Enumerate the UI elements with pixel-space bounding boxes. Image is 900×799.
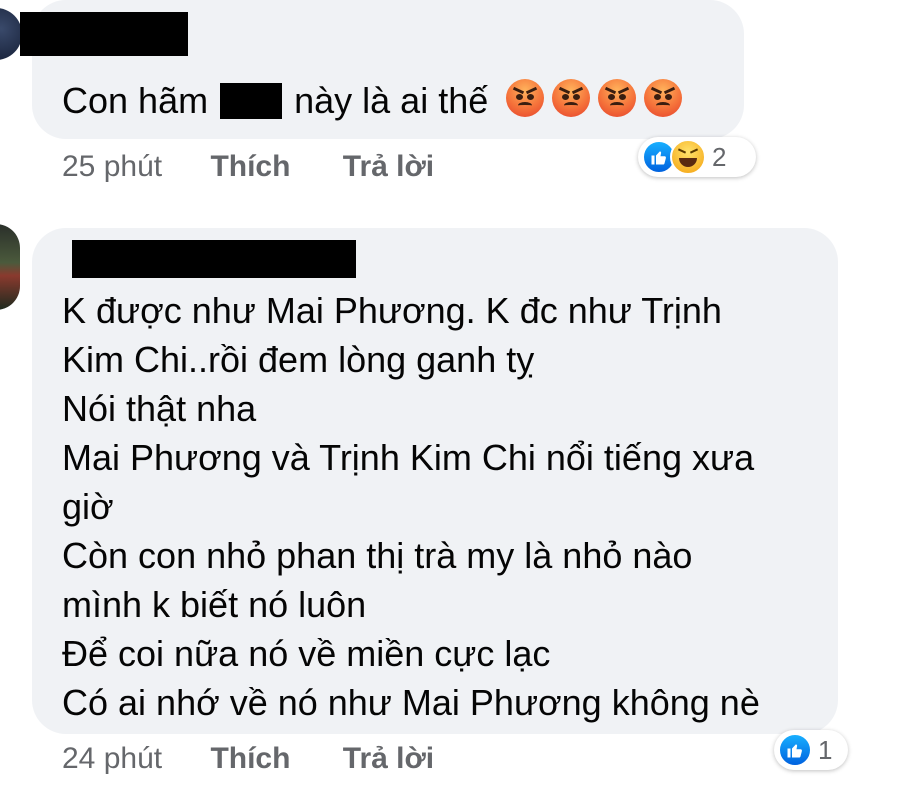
- reaction-count: 1: [818, 734, 833, 765]
- like-button[interactable]: Thích: [210, 742, 290, 776]
- angry-face-icon: [552, 79, 591, 117]
- comment-timestamp[interactable]: 24 phút: [62, 742, 162, 776]
- comment-meta: 25 phút Thích Trả lời: [62, 150, 478, 184]
- redacted-word: [220, 83, 283, 119]
- comment-line: Mai Phương và Trịnh Kim Chi nổi tiếng xư…: [62, 437, 755, 478]
- redacted-author-name: [20, 12, 188, 56]
- comment-line: K được như Mai Phương. K đc như Trịnh: [62, 290, 722, 331]
- redacted-author-name: [72, 240, 356, 278]
- comment-thread: Con hãm này là ai thế 25 phút Thích Trả …: [0, 0, 900, 799]
- comment-line: Có ai nhớ về nó như Mai Phương không nè: [62, 682, 760, 723]
- reaction-summary[interactable]: 2: [638, 137, 756, 177]
- comment-line: Nói thật nha: [62, 388, 257, 429]
- avatar[interactable]: [0, 8, 22, 60]
- comment-line: Kim Chi..rồi đem lòng ganh tỵ: [62, 339, 535, 380]
- comment-text-part: này là ai thế: [294, 80, 489, 121]
- haha-icon: [670, 139, 706, 175]
- like-button[interactable]: Thích: [210, 150, 290, 184]
- emoji-row: [506, 79, 690, 129]
- comment-line: giờ: [62, 486, 114, 527]
- reaction-summary[interactable]: 1: [774, 730, 848, 770]
- like-icon: [778, 733, 812, 767]
- reply-button[interactable]: Trả lời: [343, 742, 434, 776]
- reaction-count: 2: [712, 141, 727, 172]
- comment-line: Để coi nữa nó về miền cực lạc: [62, 633, 551, 674]
- comment-text: K được như Mai Phương. K đc như Trịnh Ki…: [62, 286, 760, 727]
- angry-face-icon: [644, 79, 683, 117]
- comment-timestamp[interactable]: 25 phút: [62, 150, 162, 184]
- angry-face-icon: [506, 79, 545, 117]
- comment-meta: 24 phút Thích Trả lời: [62, 742, 478, 776]
- avatar[interactable]: [0, 224, 20, 310]
- comment-text-part: Con hãm: [62, 80, 209, 121]
- comment-line: Còn con nhỏ phan thị trà my là nhỏ nào: [62, 535, 693, 576]
- angry-face-icon: [598, 79, 637, 117]
- reply-button[interactable]: Trả lời: [343, 150, 434, 184]
- comment-line: mình k biết nó luôn: [62, 584, 367, 625]
- comment-text: Con hãm này là ai thế: [62, 76, 690, 129]
